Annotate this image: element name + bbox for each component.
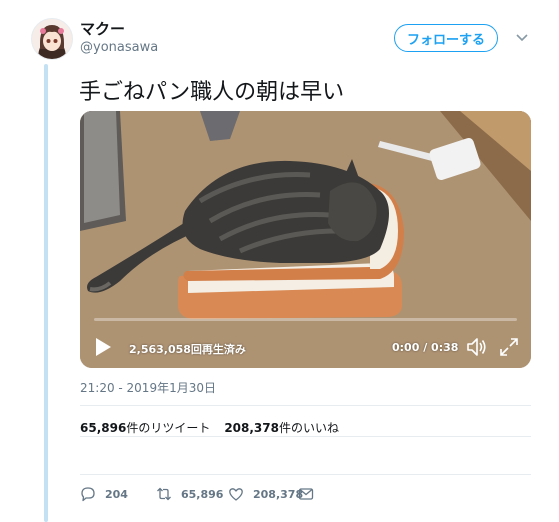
message-icon — [298, 488, 314, 500]
divider — [80, 436, 531, 437]
reply-count: 204 — [105, 487, 128, 501]
video-progress-bar[interactable] — [94, 318, 517, 321]
divider — [80, 474, 531, 475]
follow-button[interactable]: フォローする — [394, 24, 498, 52]
chevron-down-icon[interactable] — [514, 30, 530, 46]
like-stat-label: 件のいいね — [278, 421, 339, 435]
volume-icon[interactable] — [466, 337, 488, 357]
tweet-timestamp[interactable]: 21:20 - 2019年1月30日 — [80, 379, 216, 396]
like-count: 208,378 — [253, 487, 304, 501]
view-count: 2,563,058回再生済み — [129, 343, 246, 356]
retweet-count: 65,896 — [181, 487, 224, 501]
retweet-stat-label: 件のリツイート — [126, 421, 211, 435]
user-handle[interactable]: @yonasawa — [80, 40, 158, 55]
retweet-button[interactable]: 65,896 — [156, 486, 223, 502]
like-stat-number: 208,378 — [224, 421, 279, 435]
reply-button[interactable]: 204 — [80, 486, 128, 502]
divider — [80, 405, 531, 406]
like-button[interactable]: 208,378 — [228, 486, 303, 502]
engagement-stats: 65,896件のリツイート 208,378件のいいね — [80, 419, 339, 436]
display-name[interactable]: マクー — [80, 18, 125, 39]
thread-line — [44, 64, 48, 522]
retweet-icon — [157, 487, 171, 501]
video-controls: 2,563,058回再生済み 0:00 / 0:38 — [80, 111, 531, 368]
avatar-image — [32, 19, 72, 59]
retweet-stat[interactable]: 65,896件のリツイート — [80, 421, 210, 435]
like-stat[interactable]: 208,378件のいいね — [224, 421, 339, 435]
video-player[interactable]: 2,563,058回再生済み 0:00 / 0:38 — [80, 111, 531, 368]
tweet-text: 手ごねパン職人の朝は早い — [79, 80, 345, 105]
retweet-stat-number: 65,896 — [80, 421, 127, 435]
like-icon — [229, 488, 243, 501]
fullscreen-icon[interactable] — [499, 337, 519, 357]
video-time: 0:00 / 0:38 — [392, 341, 459, 354]
avatar[interactable] — [31, 18, 73, 60]
message-button[interactable] — [298, 486, 314, 502]
play-icon[interactable] — [92, 336, 114, 358]
reply-icon — [81, 487, 95, 502]
